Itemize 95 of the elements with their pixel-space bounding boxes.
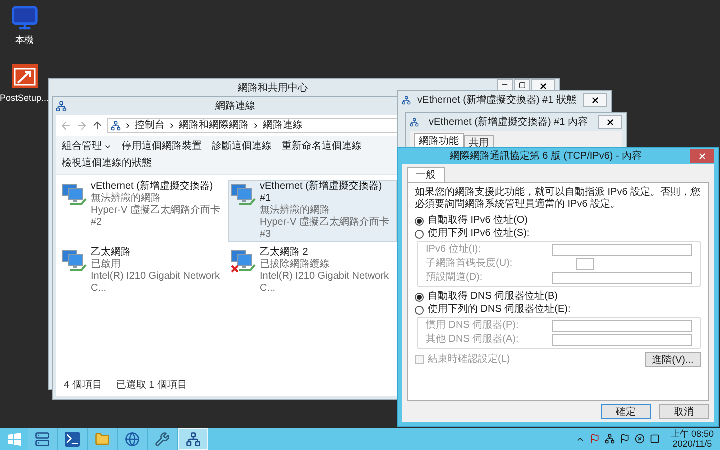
dialog-title: 網際網路通訊協定第 6 版 (TCP/IPv6) - 內容 bbox=[448, 150, 644, 164]
radio-label: 自動取得 DNS 伺服器位址(B) bbox=[428, 291, 558, 303]
breadcrumb-item[interactable]: 網路和網際網路 bbox=[179, 118, 249, 133]
dialog-button[interactable]: 取消 bbox=[659, 404, 709, 419]
setup-icon bbox=[10, 62, 38, 90]
status-text: 已選取 1 個項目 bbox=[116, 379, 188, 393]
network-adapter-icon bbox=[231, 183, 257, 207]
status-text: 4 個項目 bbox=[64, 379, 102, 393]
description-text: 如果您的網路支援此功能，就可以自動指派 IPv6 設定。否則，您必須要詢問網路系統管理員適當的 IPv6 設定。 bbox=[415, 187, 701, 211]
address-bar[interactable]: 控制台 網路和網際網路 網路連線 bbox=[107, 118, 400, 133]
maximize-icon bbox=[518, 82, 526, 88]
network-icon bbox=[56, 100, 67, 112]
close-button[interactable] bbox=[598, 115, 622, 129]
desktop-icon-label[interactable]: 本機 bbox=[16, 34, 34, 48]
wrench-icon bbox=[155, 432, 170, 446]
taskbar-app[interactable] bbox=[28, 428, 58, 450]
taskbar-app[interactable] bbox=[148, 428, 178, 450]
connection-item[interactable]: vEthernet (新增虛擬交換器) #1 無法辨識的網路 Hyper-V 虛擬乙太網路介面卡 #3 bbox=[228, 180, 397, 242]
field-label: 預設閘道(D): bbox=[426, 272, 484, 284]
network-icon[interactable] bbox=[604, 434, 615, 444]
close-button[interactable] bbox=[583, 93, 607, 107]
connection-device: Intel(R) I210 Gigabit Network C... bbox=[260, 271, 390, 295]
chevron-icon bbox=[124, 122, 132, 130]
radio-button[interactable] bbox=[415, 306, 424, 314]
tab[interactable]: 共用 bbox=[464, 135, 494, 148]
maximize-button[interactable] bbox=[514, 79, 530, 91]
tab[interactable]: 網路功能 bbox=[414, 133, 464, 148]
connection-status: 已啟用 bbox=[91, 259, 122, 271]
clock-date[interactable]: 2020/11/5 bbox=[672, 439, 712, 449]
up-icon[interactable] bbox=[92, 120, 103, 131]
windows-logo-icon bbox=[8, 432, 20, 446]
close-icon bbox=[606, 118, 614, 126]
taskbar-app[interactable] bbox=[58, 428, 88, 450]
flag-icon[interactable] bbox=[620, 434, 630, 444]
breadcrumb-item[interactable]: 網路連線 bbox=[263, 118, 303, 133]
connection-name: 乙太網路 2 bbox=[260, 247, 310, 259]
network-adapter-icon bbox=[62, 183, 88, 207]
close-icon bbox=[698, 152, 706, 160]
window-title: 網路連線 bbox=[214, 100, 256, 114]
dialog-title: vEthernet (新增虛擬交換器) #1 內容 bbox=[428, 116, 589, 130]
minimize-button[interactable] bbox=[497, 79, 513, 91]
checkbox-label: 結束時確認設定(L) bbox=[428, 352, 510, 367]
connection-name: vEthernet (新增虛擬交換器) #1 bbox=[260, 181, 384, 204]
close-icon bbox=[590, 96, 600, 104]
field-label: 子網路首碼長度(U): bbox=[426, 258, 514, 270]
radio-button[interactable] bbox=[415, 216, 424, 226]
connection-status: 無法辨識的網路 bbox=[260, 205, 331, 216]
dialog-title: vEthernet (新增虛擬交換器) #1 狀態 bbox=[416, 94, 578, 108]
connection-device: Intel(R) I210 Gigabit Network C... bbox=[91, 271, 221, 295]
globe-icon bbox=[125, 432, 140, 446]
connection-item[interactable]: 乙太網路 2 已拔除網路纜線 Intel(R) I210 Gigabit Network C... bbox=[228, 246, 397, 296]
connection-device: Hyper-V 虛擬乙太網路介面卡 #2 bbox=[91, 205, 222, 229]
tab[interactable]: 一般 bbox=[407, 167, 445, 182]
network-adapter-icon bbox=[231, 249, 257, 273]
radio-label: 自動取得 IPv6 位址(O) bbox=[428, 215, 528, 227]
network-icon bbox=[402, 96, 411, 104]
close-icon bbox=[538, 82, 548, 90]
toolbar-button[interactable]: 診斷這個連線 bbox=[212, 139, 272, 154]
taskbar-app[interactable] bbox=[118, 428, 148, 450]
network-icon bbox=[111, 120, 121, 130]
server-icon bbox=[35, 432, 50, 446]
radio-label: 使用下列的 DNS 伺服器位址(E): bbox=[428, 304, 571, 316]
dialog-button[interactable]: 確定 bbox=[601, 404, 651, 419]
radio-button[interactable] bbox=[415, 292, 424, 302]
network-adapter-icon bbox=[62, 249, 88, 273]
connection-name: vEthernet (新增虛擬交換器) bbox=[91, 181, 214, 192]
field-label: IPv6 位址(I): bbox=[426, 244, 482, 256]
desktop-icon-label[interactable]: PostSetup... bbox=[0, 92, 50, 105]
connection-status: 已拔除網路纜線 bbox=[260, 259, 331, 271]
error-icon[interactable] bbox=[634, 434, 645, 444]
radio-label: 使用下列 IPv6 位址(S): bbox=[428, 228, 530, 240]
breadcrumb-item[interactable]: 控制台 bbox=[135, 118, 165, 133]
toolbar-button[interactable]: 組合管理 bbox=[62, 139, 112, 154]
clock-time[interactable]: 上午 08:50 bbox=[670, 429, 714, 439]
toolbar-button[interactable]: 重新命名這個連線 bbox=[282, 139, 362, 154]
folder-icon bbox=[95, 432, 110, 446]
terminal-icon bbox=[65, 432, 80, 446]
connection-status: 無法辨識的網路 bbox=[91, 193, 162, 204]
window-title: 網路和共用中心 bbox=[237, 82, 309, 96]
toolbar-button[interactable]: 檢視這個連線的狀態 bbox=[62, 156, 152, 171]
connection-name: 乙太網路 bbox=[91, 247, 132, 259]
field-label: 慣用 DNS 伺服器(P): bbox=[426, 320, 520, 332]
toolbar-button[interactable]: 停用這個網路裝置 bbox=[122, 139, 202, 154]
connection-item[interactable]: 乙太網路 已啟用 Intel(R) I210 Gigabit Network C... bbox=[59, 246, 228, 296]
radio-button[interactable] bbox=[415, 230, 424, 238]
connection-item[interactable]: vEthernet (新增虛擬交換器) 無法辨識的網路 Hyper-V 虛擬乙太網路介面卡 #2 bbox=[59, 180, 228, 242]
computer-icon bbox=[10, 4, 38, 32]
window-icon[interactable] bbox=[650, 434, 660, 444]
connection-device: Hyper-V 虛擬乙太網路介面卡 #3 bbox=[260, 217, 390, 241]
chevron-icon bbox=[252, 122, 260, 130]
network-icon bbox=[186, 432, 200, 446]
field-label: 其他 DNS 伺服器(A): bbox=[426, 334, 520, 346]
network-icon bbox=[410, 118, 419, 126]
advanced-button[interactable]: 進階(V)... bbox=[645, 352, 701, 367]
chevron-icon bbox=[168, 122, 176, 130]
